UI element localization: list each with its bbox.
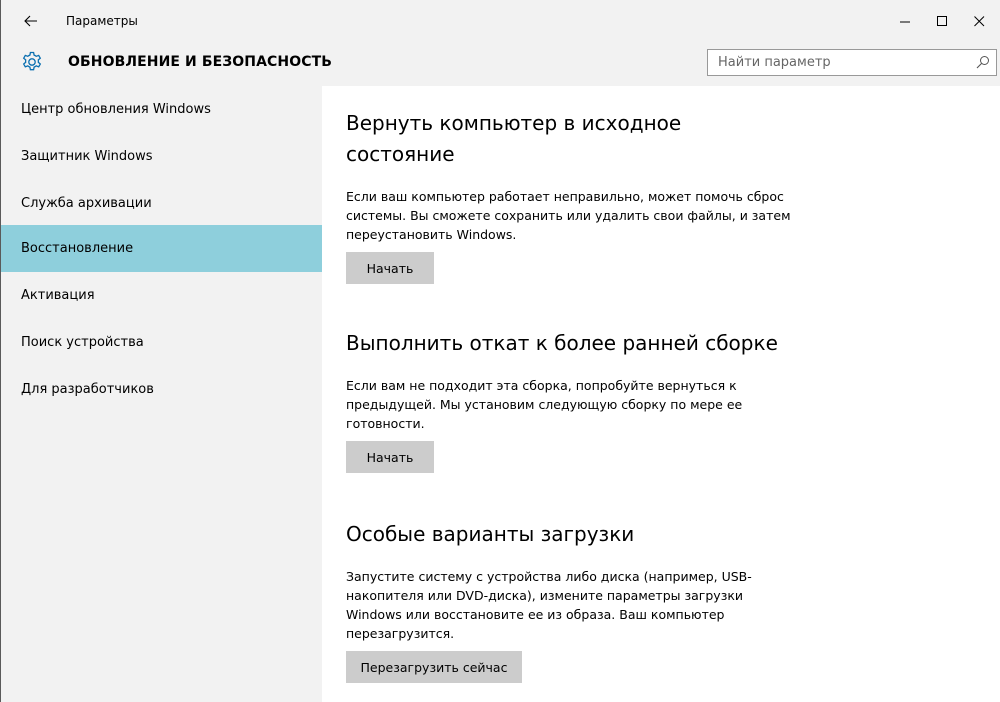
back-button[interactable]: [16, 8, 46, 34]
sidebar-item-developers[interactable]: Для разработчиков: [0, 366, 322, 413]
sidebar-item-windows-defender[interactable]: Защитник Windows: [0, 133, 322, 180]
minimize-icon: [899, 21, 910, 22]
section-title-rollback: Выполнить откат к более ранней сборке: [346, 331, 778, 355]
sidebar-item-recovery[interactable]: Восстановление: [0, 225, 322, 272]
sidebar-item-label: Поиск устройства: [21, 335, 144, 350]
sidebar-item-label: Активация: [21, 288, 95, 303]
sidebar-item-backup[interactable]: Служба архивации: [0, 180, 322, 227]
search-box[interactable]: [707, 49, 997, 76]
restart-now-button[interactable]: Перезагрузить сейчас: [346, 651, 522, 683]
page-header: ОБНОВЛЕНИЕ И БЕЗОПАСНОСТЬ: [0, 42, 1000, 86]
sidebar-item-label: Служба архивации: [21, 196, 152, 211]
sidebar-item-label: Центр обновления Windows: [21, 102, 211, 117]
main-content: Вернуть компьютер в исходное состояние Е…: [322, 86, 1000, 702]
reset-start-button[interactable]: Начать: [346, 252, 434, 284]
sidebar-item-label: Защитник Windows: [21, 149, 153, 164]
title-bar: Параметры: [0, 0, 1000, 42]
section-text-reset: Если ваш компьютер работает неправильно,…: [346, 189, 791, 242]
close-button[interactable]: [956, 0, 1000, 42]
sidebar-item-label: Для разработчиков: [21, 382, 154, 397]
section-title-reset: Вернуть компьютер в исходное состояние: [346, 111, 682, 166]
section-text-rollback: Если вам не подходит эта сборка, попробу…: [346, 378, 743, 431]
sidebar-item-find-device[interactable]: Поиск устройства: [0, 319, 322, 366]
section-text-advanced-startup: Запустите систему с устройства либо диск…: [346, 569, 752, 641]
arrow-left-icon: [24, 15, 37, 27]
sidebar-item-activation[interactable]: Активация: [0, 272, 322, 319]
rollback-start-button[interactable]: Начать: [346, 441, 434, 473]
search-input[interactable]: [708, 50, 958, 75]
sidebar-item-windows-update[interactable]: Центр обновления Windows: [0, 86, 322, 133]
search-icon[interactable]: [976, 55, 990, 69]
window-title: Параметры: [66, 14, 138, 28]
section-title-advanced-startup: Особые варианты загрузки: [346, 522, 635, 546]
maximize-icon: [936, 15, 947, 26]
sidebar-item-label: Восстановление: [21, 241, 134, 256]
gear-icon: [22, 51, 42, 71]
sidebar: Центр обновления Windows Защитник Window…: [0, 86, 322, 702]
close-icon: [973, 15, 984, 26]
page-title: ОБНОВЛЕНИЕ И БЕЗОПАСНОСТЬ: [68, 54, 333, 70]
